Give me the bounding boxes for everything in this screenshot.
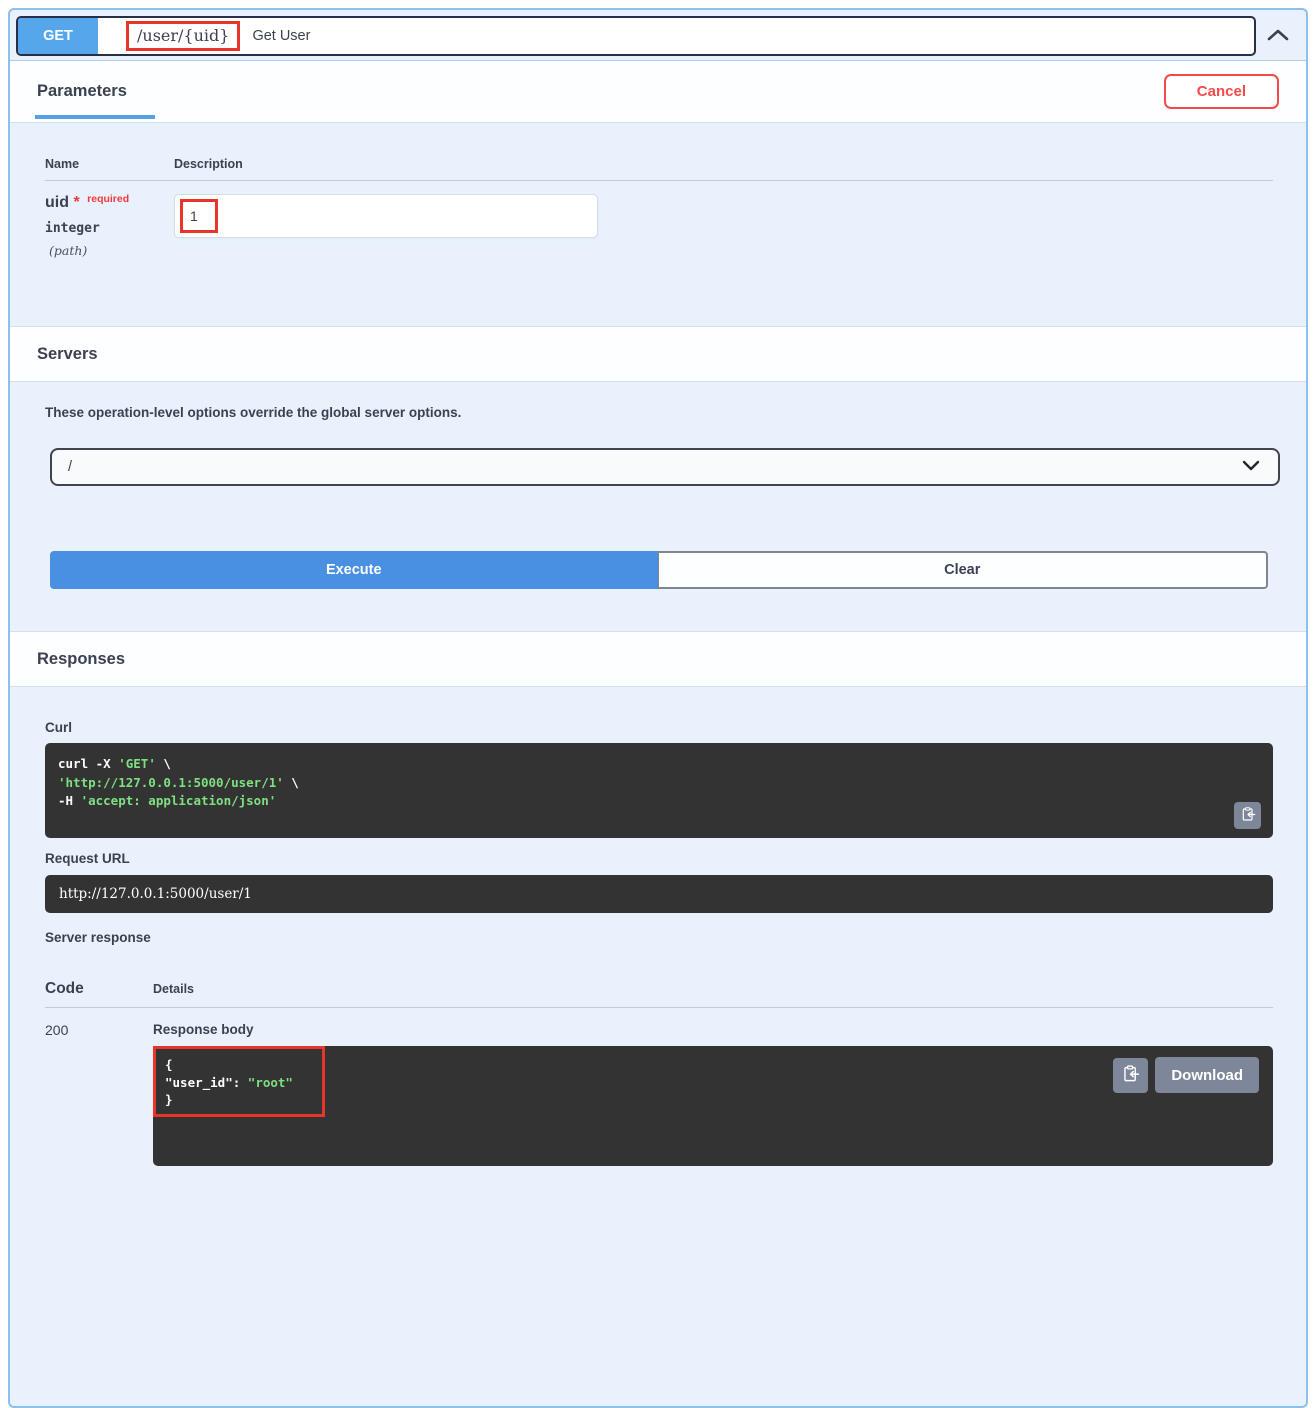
column-header-name: Name xyxy=(45,157,174,171)
servers-note: These operation-level options override t… xyxy=(45,405,1280,420)
curl-command-block: curl -X 'GET' \ 'http://127.0.0.1:5000/u… xyxy=(45,743,1273,838)
http-method-badge: GET xyxy=(18,18,98,54)
download-button[interactable]: Download xyxy=(1155,1057,1259,1093)
response-body-json: { "user_id": "root"} xyxy=(165,1056,1273,1109)
column-header-details: Details xyxy=(153,982,194,996)
server-select[interactable]: / xyxy=(50,448,1280,486)
response-row-200: 200 Response body { "user_id": "root"} xyxy=(45,1022,1273,1166)
endpoint-summary: Get User xyxy=(252,28,310,44)
cancel-button[interactable]: Cancel xyxy=(1164,74,1279,109)
server-select-value: / xyxy=(68,459,72,475)
parameters-section-header: Parameters Cancel xyxy=(10,60,1306,123)
parameter-type: integer xyxy=(45,221,174,236)
operation-summary-row: GET /user/{uid} Get User xyxy=(16,16,1300,56)
tab-parameters[interactable]: Parameters xyxy=(37,61,127,122)
responses-divider xyxy=(45,1007,1273,1008)
column-header-description: Description xyxy=(174,157,243,171)
parameter-location: (path) xyxy=(49,243,174,258)
clipboard-copy-icon xyxy=(1240,806,1256,825)
chevron-up-icon xyxy=(1266,28,1290,45)
active-tab-underline xyxy=(35,115,155,119)
copy-response-button[interactable] xyxy=(1113,1058,1148,1093)
path-annotation-box: /user/{uid} xyxy=(126,21,240,51)
endpoint-path: /user/{uid} xyxy=(137,26,229,45)
curl-label: Curl xyxy=(45,720,1273,735)
execute-button[interactable]: Execute xyxy=(50,551,658,589)
parameter-name: uid xyxy=(45,194,69,211)
responses-section-header: Responses xyxy=(10,631,1306,687)
table-divider xyxy=(45,180,1273,181)
servers-section: These operation-level options override t… xyxy=(10,382,1306,551)
parameter-row-uid: uid * required integer (path) xyxy=(45,194,1273,258)
response-body-block: { "user_id": "root"} xyxy=(153,1046,1273,1166)
request-url-label: Request URL xyxy=(45,851,1273,866)
response-body-label: Response body xyxy=(153,1022,1273,1037)
operation-summary[interactable]: GET /user/{uid} Get User xyxy=(16,16,1256,56)
uid-value-input[interactable] xyxy=(174,194,598,238)
parameters-title: Parameters xyxy=(37,82,127,101)
execute-row: Execute Clear xyxy=(50,551,1268,589)
status-code: 200 xyxy=(45,1022,153,1166)
servers-section-header: Servers xyxy=(10,326,1306,382)
clipboard-copy-icon xyxy=(1121,1064,1140,1086)
server-response-label: Server response xyxy=(45,930,1273,945)
required-asterisk: * xyxy=(73,194,79,211)
request-url-block: http://127.0.0.1:5000/user/1 xyxy=(45,875,1273,913)
curl-command-text: curl -X 'GET' \ 'http://127.0.0.1:5000/u… xyxy=(58,755,1273,811)
request-url-text: http://127.0.0.1:5000/user/1 xyxy=(59,886,252,902)
operation-block-get-user: GET /user/{uid} Get User Parameters Canc… xyxy=(8,8,1308,1408)
parameters-table: Name Description uid * required integer … xyxy=(10,123,1306,326)
servers-title: Servers xyxy=(37,345,98,364)
column-header-code: Code xyxy=(45,980,153,998)
collapse-button[interactable] xyxy=(1256,16,1300,56)
copy-to-clipboard-button[interactable] xyxy=(1234,802,1261,829)
clear-button[interactable]: Clear xyxy=(658,551,1269,589)
chevron-down-icon xyxy=(1242,458,1260,476)
responses-title: Responses xyxy=(37,650,125,669)
required-label: required xyxy=(87,193,129,205)
responses-section: Curl curl -X 'GET' \ 'http://127.0.0.1:5… xyxy=(10,687,1306,1166)
